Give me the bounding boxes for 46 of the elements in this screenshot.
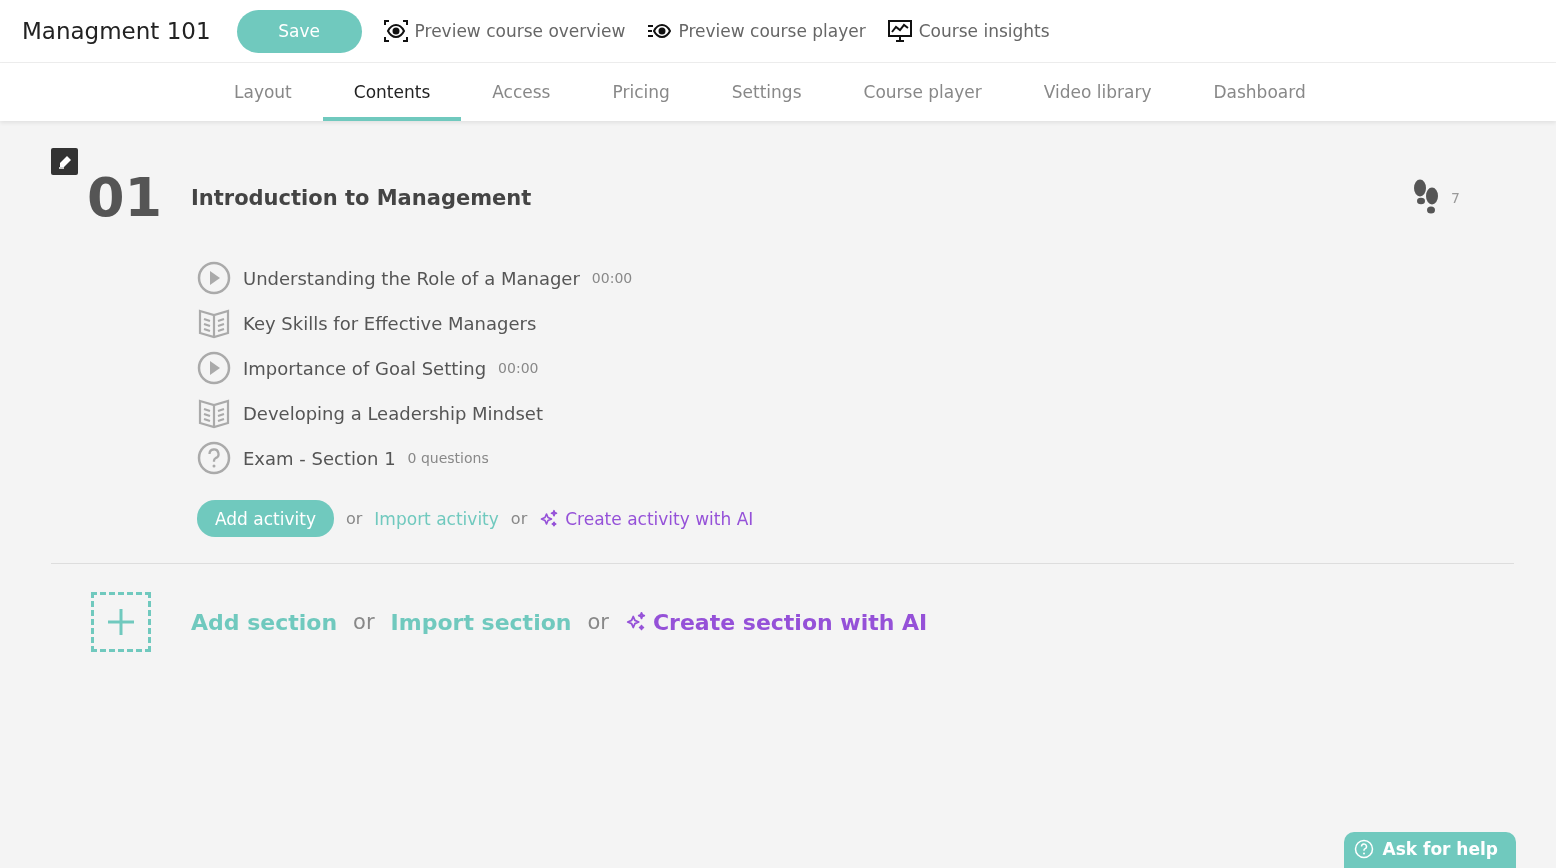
activity-title[interactable]: Exam - Section 1: [243, 447, 396, 469]
play-icon: [197, 351, 231, 385]
sparkle-icon: [624, 611, 647, 633]
book-icon: [197, 397, 231, 429]
tab[interactable]: Contents: [322, 63, 462, 121]
tab[interactable]: Settings: [700, 63, 833, 121]
tab[interactable]: Pricing: [581, 63, 701, 121]
activity-meta: 00:00: [591, 270, 633, 286]
activity-title[interactable]: Understanding the Role of a Manager: [243, 267, 580, 289]
tab[interactable]: Access: [461, 63, 582, 121]
or-text: or: [510, 509, 528, 528]
plus-icon: [106, 607, 136, 637]
question-icon: [197, 441, 231, 475]
activity-meta: 0 questions: [407, 450, 489, 466]
header-link[interactable]: Preview course player: [647, 21, 866, 41]
create-section-ai-link[interactable]: Create section with AI: [624, 609, 928, 635]
header-link[interactable]: Preview course overview: [383, 20, 626, 42]
activity-title[interactable]: Key Skills for Effective Managers: [243, 312, 537, 334]
activity-meta: 00:00: [498, 360, 539, 376]
play-icon: [197, 261, 231, 295]
tab[interactable]: Layout: [203, 63, 323, 121]
or-text: or: [353, 610, 375, 634]
or-text: or: [346, 509, 363, 528]
tab[interactable]: Course player: [832, 63, 1013, 121]
eye-icon: [647, 23, 672, 39]
chart-monitor-icon: [887, 20, 912, 42]
tab[interactable]: Video library: [1012, 63, 1183, 121]
section-title: Introduction to Management: [191, 186, 533, 210]
or-text: or: [587, 610, 609, 634]
eye-icon: [383, 20, 408, 42]
tab[interactable]: Dashboard: [1182, 63, 1337, 121]
sparkle-icon: [539, 508, 560, 529]
activity-title[interactable]: Developing a Leadership Mindset: [243, 402, 543, 424]
help-button[interactable]: Ask for help: [1344, 832, 1516, 868]
pencil-icon: [57, 154, 72, 169]
save-button[interactable]: Save: [236, 9, 362, 53]
add-activity-button[interactable]: Add activity: [197, 500, 334, 537]
create-activity-ai-link[interactable]: Create activity with AI: [539, 508, 754, 529]
activity-title[interactable]: Importance of Goal Setting: [243, 357, 487, 379]
section-number: 01: [86, 171, 164, 225]
question-icon: [1354, 839, 1375, 859]
header-link[interactable]: Course insights: [887, 20, 1050, 42]
book-icon: [197, 307, 231, 339]
steps-count: 7: [1451, 190, 1460, 206]
course-title: Managment 101: [22, 18, 211, 44]
edit-button[interactable]: [51, 148, 78, 175]
